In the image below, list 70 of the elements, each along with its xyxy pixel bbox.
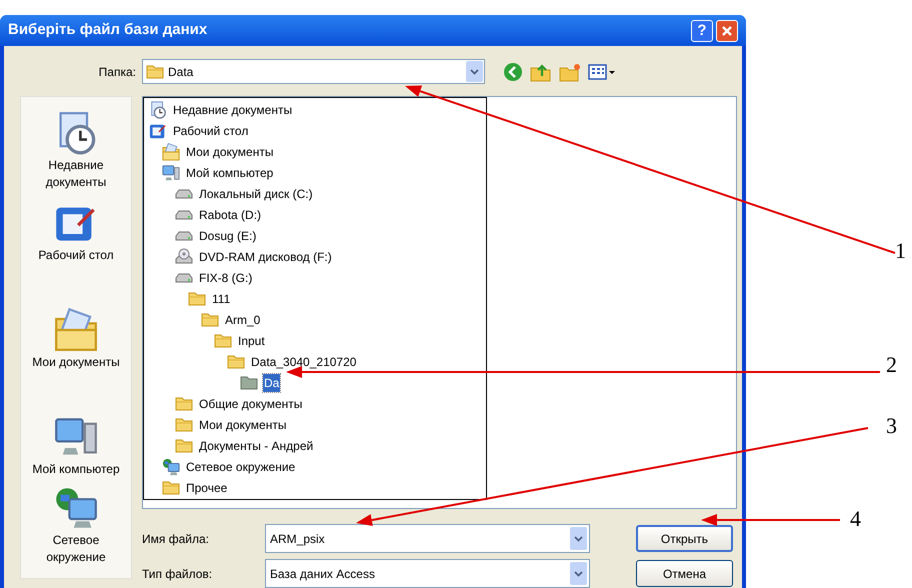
folder-tree-item[interactable]: Недавние документы	[172, 100, 294, 118]
folder-up-icon[interactable]	[530, 62, 552, 82]
open-button[interactable]: Открыть	[636, 525, 733, 552]
folder-icon	[175, 396, 193, 411]
folder-tree-item[interactable]: Мои документы	[185, 142, 274, 160]
folder-tree-item[interactable]: Arm_0	[224, 310, 262, 328]
hard-drive-icon	[175, 230, 193, 242]
network-computer-icon[interactable]	[54, 486, 98, 530]
folder-icon	[188, 291, 206, 306]
help-button[interactable]: ?	[691, 20, 713, 42]
folder-tree-item[interactable]: Dosug (E:)	[198, 226, 258, 244]
folder-icon	[227, 354, 245, 369]
folder-tree-item[interactable]: DVD-RAM дисковод (F:)	[198, 248, 333, 266]
network-computer-icon	[162, 458, 180, 476]
annotation-number: 3	[886, 415, 897, 437]
annotation-number: 1	[895, 240, 906, 262]
documents-folder-icon	[162, 142, 180, 160]
folder-icon	[162, 480, 180, 495]
folder-tree-item[interactable]: Прочее	[185, 478, 228, 496]
folder-tree-item[interactable]: Da	[263, 374, 280, 392]
hard-drive-icon	[175, 188, 193, 200]
hard-drive-icon	[175, 272, 193, 284]
view-menu-icon[interactable]	[588, 62, 616, 80]
computer-icon	[162, 164, 180, 182]
annotation-number: 2	[886, 354, 897, 376]
file-type-label: Тип файлов:	[142, 566, 214, 582]
back-icon[interactable]	[503, 62, 523, 82]
file-name-field[interactable]: ARM_psix	[265, 524, 590, 553]
folder-icon	[146, 64, 164, 79]
file-list[interactable]	[142, 96, 737, 509]
desktop-icon	[149, 122, 167, 140]
folder-tree-item[interactable]: FIX-8 (G:)	[198, 268, 254, 286]
folder-tree-item[interactable]: Сетевое окружение	[185, 458, 296, 476]
hard-drive-icon	[175, 208, 193, 220]
place-label[interactable]: Мои документы	[24, 354, 128, 371]
file-type-dropdown[interactable]: База даних Access	[265, 559, 590, 588]
close-icon[interactable]	[721, 24, 733, 36]
folder-name: Data	[168, 64, 194, 80]
place-label[interactable]: Сетевое окружение	[24, 532, 128, 566]
folder-tree-item[interactable]: Мои документы	[198, 416, 288, 434]
file-name-value: ARM_psix	[270, 530, 326, 548]
folder-tree-item[interactable]: Рабочий стол	[172, 122, 250, 140]
folder-dropdown[interactable]: Data	[142, 59, 485, 84]
folder-icon	[214, 333, 232, 348]
place-label[interactable]: Мой компьютер	[24, 461, 128, 478]
cd-drive-icon	[175, 248, 193, 265]
folder-tree-item[interactable]: 111	[211, 290, 232, 308]
file-type-value: База даних Access	[270, 566, 376, 582]
folder-tree-item[interactable]: Input	[237, 332, 266, 350]
folder-icon	[240, 375, 258, 390]
folder-label: Папка:	[98, 64, 136, 80]
folder-tree-item[interactable]: Общие документы	[198, 394, 304, 412]
folder-icon	[201, 312, 219, 327]
folder-tree-item[interactable]: Rabota (D:)	[198, 206, 262, 224]
place-label[interactable]: Недавние документы	[24, 157, 128, 191]
folder-tree-item[interactable]: Локальный диск (C:)	[198, 184, 314, 202]
folder-icon	[175, 417, 193, 432]
place-label[interactable]: Рабочий стол	[24, 247, 128, 264]
cancel-button[interactable]: Отмена	[636, 560, 733, 587]
folder-tree-item[interactable]: Data_3040_210720	[250, 352, 358, 370]
folder-icon	[175, 438, 193, 453]
folder-tree-item[interactable]: Документы - Андрей	[198, 436, 314, 454]
new-folder-icon[interactable]	[559, 62, 581, 82]
close-button[interactable]	[716, 20, 738, 42]
folder-tree-item[interactable]: Мой компьютер	[185, 164, 274, 182]
file-name-label: Имя файла:	[142, 530, 210, 548]
documents-folder-icon[interactable]	[54, 308, 98, 352]
annotation-number: 4	[850, 508, 861, 530]
window-title: Виберіть файл бази даних	[8, 20, 208, 40]
clock-document-icon	[149, 100, 167, 118]
